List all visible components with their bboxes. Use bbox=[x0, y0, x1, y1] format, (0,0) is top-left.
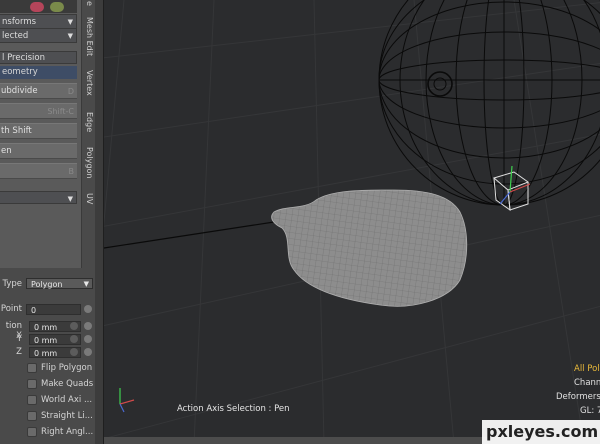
tab-vertex[interactable]: Vertex bbox=[82, 70, 96, 105]
position-z-label: Z bbox=[16, 347, 22, 357]
tab-polygon[interactable]: Polygon bbox=[82, 147, 96, 185]
sphere-wireframe[interactable] bbox=[378, 0, 600, 206]
world-axis-line bbox=[104, 221, 275, 249]
orientation-axes-icon bbox=[119, 388, 135, 413]
toolbar-icon[interactable] bbox=[50, 2, 64, 12]
subdivide-button[interactable]: ubdivide D bbox=[0, 83, 77, 99]
pen-button[interactable]: en bbox=[0, 143, 77, 159]
point-label: Point bbox=[0, 304, 22, 314]
watermark: pxleyes.com bbox=[482, 420, 600, 444]
flip-polygon-checkbox[interactable] bbox=[27, 363, 37, 373]
reset-icon[interactable] bbox=[70, 322, 78, 330]
pen-tool-properties: Type Polygon ▼ Point 0 tion X 0 mm Y 0 m… bbox=[0, 268, 95, 444]
straight-lines-checkbox[interactable] bbox=[27, 411, 37, 421]
reset-icon[interactable] bbox=[70, 335, 78, 343]
make-quads-label: Make Quads bbox=[41, 379, 94, 389]
tab-e[interactable]: e bbox=[82, 0, 96, 12]
world-axis-checkbox[interactable] bbox=[27, 395, 37, 405]
blob-mesh[interactable] bbox=[271, 189, 468, 307]
selected-dropdown[interactable]: lected ▼ bbox=[0, 28, 77, 43]
info-all-polys: All Poly bbox=[574, 364, 600, 374]
action-axis-status: Action Axis Selection : Pen bbox=[177, 404, 290, 414]
toolbar-icons-strip[interactable] bbox=[0, 0, 77, 13]
toolbar-icon[interactable] bbox=[30, 2, 44, 12]
panel-divider[interactable] bbox=[95, 0, 104, 444]
link-icon[interactable] bbox=[84, 348, 92, 356]
reset-icon[interactable] bbox=[70, 348, 78, 356]
info-deformers: Deformers bbox=[556, 392, 600, 402]
right-angles-label: Right Angl... bbox=[41, 427, 94, 437]
make-quads-checkbox[interactable] bbox=[27, 379, 37, 389]
position-y-label: Y bbox=[16, 334, 22, 344]
link-icon[interactable] bbox=[84, 322, 92, 330]
tool-dropdown[interactable]: ▼ bbox=[0, 191, 77, 204]
pen-shortcut-button[interactable]: B bbox=[0, 163, 77, 179]
tab-edge[interactable]: Edge bbox=[82, 112, 96, 138]
transforms-dropdown[interactable]: nsforms ▼ bbox=[0, 14, 77, 29]
flip-polygon-label: Flip Polygon bbox=[41, 363, 93, 373]
type-dropdown[interactable]: Polygon ▼ bbox=[26, 278, 93, 289]
tab-uv[interactable]: UV bbox=[82, 193, 96, 209]
tab-mesh-edit[interactable]: Mesh Edit bbox=[82, 17, 96, 67]
chevron-down-icon: ▼ bbox=[67, 32, 73, 40]
world-axis-label: World Axi ... bbox=[41, 395, 93, 405]
smooth-shift-button[interactable]: th Shift bbox=[0, 123, 77, 139]
type-label: Type bbox=[2, 279, 22, 289]
viewport-scene bbox=[104, 0, 600, 444]
chevron-down-icon: ▼ bbox=[67, 195, 73, 203]
subdivide-shift-button[interactable]: Shift-C bbox=[0, 103, 77, 119]
geometry-header[interactable]: eometry bbox=[0, 66, 77, 79]
info-channels: Chann bbox=[574, 378, 600, 388]
right-angles-checkbox[interactable] bbox=[27, 427, 37, 437]
point-slider-icon[interactable] bbox=[84, 305, 92, 313]
3d-viewport[interactable]: Action Axis Selection : Pen All Poly Cha… bbox=[104, 0, 600, 444]
info-gl: GL: 7 bbox=[580, 406, 600, 416]
chevron-down-icon: ▼ bbox=[83, 280, 89, 288]
point-input[interactable]: 0 bbox=[26, 304, 81, 315]
precision-field[interactable]: l Precision bbox=[0, 51, 77, 64]
link-icon[interactable] bbox=[84, 335, 92, 343]
straight-lines-label: Straight Li... bbox=[41, 411, 93, 421]
